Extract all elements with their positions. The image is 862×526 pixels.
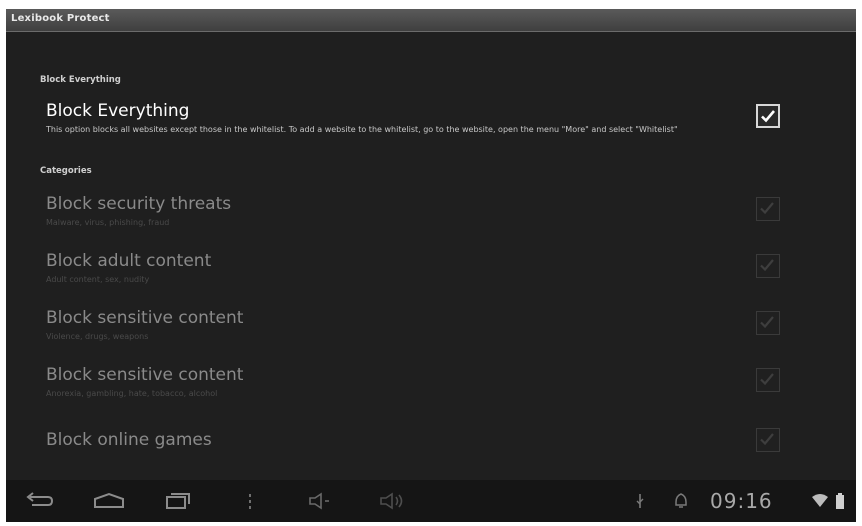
pref-block-everything-summary: This option blocks all websites except t… (46, 125, 678, 134)
notification-icon (675, 493, 687, 508)
system-bar: 09:16 (6, 480, 856, 522)
back-icon[interactable] (24, 492, 54, 510)
volume-up-icon[interactable] (378, 492, 406, 510)
recent-apps-icon[interactable] (164, 492, 194, 510)
title-bar: Lexibook Protect (6, 9, 856, 32)
wifi-icon (812, 494, 828, 507)
pref-summary: Adult content, sex, nudity (46, 275, 150, 284)
clock: 09:16 (710, 489, 773, 513)
home-icon[interactable] (92, 492, 126, 510)
checkmark-icon (760, 433, 774, 446)
pref-summary: Malware, virus, phishing, fraud (46, 218, 170, 227)
pref-block-online-games[interactable]: Block online games (46, 430, 826, 460)
pref-block-adult-content[interactable]: Block adult content Adult content, sex, … (46, 251, 826, 291)
pref-block-security-threats[interactable]: Block security threats Malware, virus, p… (46, 194, 826, 234)
checkmark-icon (760, 373, 774, 386)
pref-title: Block adult content (46, 251, 212, 271)
block-online-games-checkbox[interactable] (756, 428, 780, 452)
pref-title: Block online games (46, 430, 212, 450)
app-title: Lexibook Protect (11, 13, 110, 24)
section-header-block-everything: Block Everything (40, 75, 121, 85)
volume-down-icon[interactable] (306, 492, 332, 510)
battery-icon (836, 493, 844, 509)
menu-icon[interactable] (246, 492, 254, 510)
settings-list: Block Everything Block Everything This o… (6, 32, 856, 480)
block-security-threats-checkbox[interactable] (756, 197, 780, 221)
block-sensitive-content-2-checkbox[interactable] (756, 368, 780, 392)
checkmark-icon (760, 259, 774, 272)
checkmark-icon (761, 110, 775, 123)
block-everything-checkbox[interactable] (756, 104, 780, 128)
checkmark-icon (760, 202, 774, 215)
block-sensitive-content-1-checkbox[interactable] (756, 311, 780, 335)
pref-title: Block sensitive content (46, 365, 244, 385)
pref-block-everything[interactable]: Block Everything This option blocks all … (46, 101, 826, 147)
pref-block-sensitive-content-2[interactable]: Block sensitive content Anorexia, gambli… (46, 365, 826, 405)
pref-block-sensitive-content-1[interactable]: Block sensitive content Violence, drugs,… (46, 308, 826, 348)
pref-block-everything-title: Block Everything (46, 101, 190, 121)
pref-summary: Violence, drugs, weapons (46, 332, 149, 341)
pref-summary: Anorexia, gambling, hate, tobacco, alcoh… (46, 389, 218, 398)
block-adult-content-checkbox[interactable] (756, 254, 780, 278)
usb-icon (636, 494, 644, 508)
device-screen: Lexibook Protect Block Everything Block … (6, 9, 856, 522)
checkmark-icon (760, 316, 774, 329)
pref-title: Block security threats (46, 194, 232, 214)
pref-title: Block sensitive content (46, 308, 244, 328)
section-header-categories: Categories (40, 166, 92, 176)
